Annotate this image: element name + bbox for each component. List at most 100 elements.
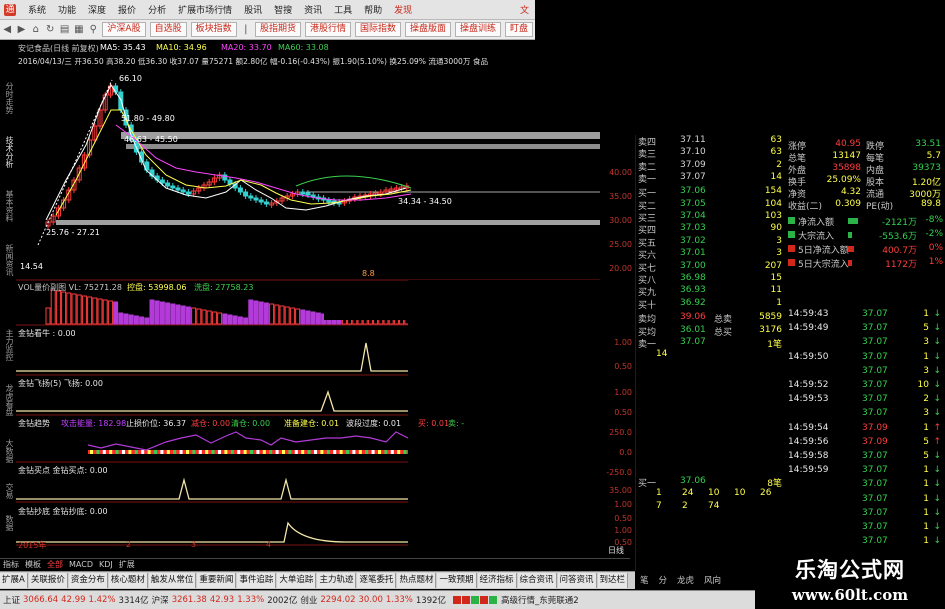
- bid-row[interactable]: 买九 36.93 11: [636, 285, 786, 298]
- bottom-tab[interactable]: 热点题材: [397, 573, 437, 588]
- bottom-tab[interactable]: 到达栏: [597, 573, 629, 588]
- toolbar-btn-layout[interactable]: 操盘版面: [405, 22, 452, 37]
- tick-row[interactable]: 37.07 1 ↓: [786, 522, 945, 534]
- ind-tab-all[interactable]: 全部: [44, 559, 66, 570]
- bottom-tab[interactable]: 扩展A: [0, 573, 28, 588]
- tick-row[interactable]: 14:59:58 37.07 5 ↓: [786, 451, 945, 463]
- refresh-icon[interactable]: ↻: [44, 23, 56, 37]
- toolbar-btn-training[interactable]: 操盘训练: [455, 22, 502, 37]
- menu-item-tools[interactable]: 工具: [328, 3, 358, 16]
- bid-row[interactable]: 买三 37.04 103: [636, 211, 786, 224]
- menu-item-function[interactable]: 功能: [52, 3, 82, 16]
- bid-row[interactable]: 买十 36.92 1: [636, 298, 786, 311]
- ind-tab-indicator[interactable]: 指标: [0, 559, 22, 570]
- ask-row[interactable]: 卖一 37.07 14: [636, 172, 786, 185]
- ind-tab-macd[interactable]: MACD: [66, 560, 96, 569]
- menu-item-system[interactable]: 系统: [22, 3, 52, 16]
- menu-item-ext-market[interactable]: 扩展市场行情: [172, 3, 238, 16]
- toolbar-btn-watch[interactable]: 盯盘: [505, 22, 534, 37]
- toolbar-btn-global-index[interactable]: 国际指数: [354, 22, 401, 37]
- menu-item-discover[interactable]: 发现: [388, 3, 418, 16]
- bid-row[interactable]: 买七 37.00 207: [636, 261, 786, 274]
- bid-row[interactable]: 买八 36.98 15: [636, 273, 786, 286]
- tab-wind[interactable]: 风向: [699, 574, 726, 586]
- bottom-tab[interactable]: 触发从常位: [148, 573, 197, 588]
- bottom-tab[interactable]: 综合资讯: [517, 573, 557, 588]
- tick-list[interactable]: 14:59:43 37.07 1 ↓ 14:59:49 37.07 5 ↓ 37.07 3 ↓ 14:…: [786, 305, 945, 575]
- left-tab-dragon[interactable]: 龙虎看盘: [0, 374, 16, 426]
- tick-row[interactable]: 14:59:49 37.07 5 ↓: [786, 323, 945, 335]
- bottom-tab[interactable]: 问答资讯: [557, 573, 597, 588]
- tick-row[interactable]: 14:59:53 37.07 2 ↓: [786, 394, 945, 406]
- tick-row[interactable]: 37.07 1 ↓: [786, 508, 945, 520]
- tick-row[interactable]: 14:59:50 37.07 1 ↓: [786, 352, 945, 364]
- menu-item-stock-news[interactable]: 股讯: [238, 3, 268, 16]
- tick-row[interactable]: 37.07 3 ↓: [786, 408, 945, 420]
- tick-row[interactable]: 14:59:43 37.07 1 ↓: [786, 309, 945, 321]
- menu-item-analysis[interactable]: 分析: [142, 3, 172, 16]
- search-icon[interactable]: ⚲: [87, 23, 99, 37]
- bottom-tab[interactable]: 关联报价: [28, 573, 68, 588]
- cy-label[interactable]: 创业: [300, 594, 317, 606]
- bid-row[interactable]: 买一 37.06 154: [636, 186, 786, 199]
- tab-dragon[interactable]: 龙虎: [672, 574, 699, 586]
- bottom-tab[interactable]: 核心题材: [108, 573, 148, 588]
- bottom-tab[interactable]: 重要新闻: [197, 573, 237, 588]
- bid-row[interactable]: 买五 37.02 3: [636, 236, 786, 249]
- left-tab-main-force[interactable]: 主力监控: [0, 318, 16, 372]
- left-tab-data[interactable]: 数据: [0, 508, 16, 538]
- tick-row[interactable]: 37.07 1 ↓: [786, 479, 945, 491]
- bottom-tab[interactable]: 主力轨迹: [317, 573, 357, 588]
- bid-row[interactable]: 买六 37.01 3: [636, 248, 786, 261]
- hs-label[interactable]: 沪深: [152, 594, 169, 606]
- kline-chart-area[interactable]: 安记食品(日线 前复权) MA5: 35.43 MA10: 34.96 MA20…: [16, 40, 624, 555]
- grid-icon[interactable]: ▦: [73, 23, 85, 37]
- menu-item-quote[interactable]: 报价: [112, 3, 142, 16]
- left-tab-news[interactable]: 新闻资讯: [0, 234, 16, 286]
- ask-row[interactable]: 卖四 37.11 63: [636, 135, 786, 148]
- bottom-tab[interactable]: 大单追踪: [277, 573, 317, 588]
- menu-item-info[interactable]: 资讯: [298, 3, 328, 16]
- ind-tab-kdj[interactable]: KDJ: [96, 560, 116, 569]
- tick-row[interactable]: 37.07 3 ↓: [786, 337, 945, 349]
- toolbar-btn-hk[interactable]: 港股行情: [304, 22, 351, 37]
- bottom-tab[interactable]: 经济指标: [477, 573, 517, 588]
- ind-tab-ext[interactable]: 扩展: [116, 559, 138, 570]
- menu-item-depth[interactable]: 深度: [82, 3, 112, 16]
- menu-right-label[interactable]: 文: [514, 3, 535, 16]
- toolbar-btn-watchlist[interactable]: 自选股: [149, 22, 187, 37]
- left-tab-timeshare[interactable]: 分时走势: [0, 72, 16, 124]
- menu-item-smart-search[interactable]: 智搜: [268, 3, 298, 16]
- chart-icon[interactable]: ▤: [58, 23, 70, 37]
- ind-tab-template[interactable]: 模板: [22, 559, 44, 570]
- tab-trades[interactable]: 笔: [635, 574, 654, 586]
- tick-row[interactable]: 37.07 1 ↓: [786, 494, 945, 506]
- tick-row[interactable]: 14:59:52 37.07 10 ↓: [786, 380, 945, 392]
- toolbar-btn-index-futures[interactable]: 股指期货: [254, 22, 301, 37]
- bid-row[interactable]: 买二 37.05 104: [636, 199, 786, 212]
- tab-minutes[interactable]: 分: [654, 574, 673, 586]
- left-tab-trade[interactable]: 交易: [0, 476, 16, 506]
- bottom-tab[interactable]: 事件追踪: [237, 573, 277, 588]
- tick-row[interactable]: 37.07 3 ↓: [786, 366, 945, 378]
- forward-icon[interactable]: ▶: [15, 23, 27, 37]
- left-tab-tech[interactable]: 技术分析: [0, 126, 16, 178]
- home-icon[interactable]: ⌂: [30, 23, 42, 37]
- ask-row[interactable]: 卖三 37.10 63: [636, 147, 786, 160]
- bottom-tab[interactable]: 资金分布: [68, 573, 108, 588]
- bottom-tab[interactable]: 逐笔委托: [357, 573, 397, 588]
- menu-item-help[interactable]: 帮助: [358, 3, 388, 16]
- toolbar-btn-hs-a[interactable]: 沪深A股: [102, 22, 146, 37]
- toolbar-btn-sector-index[interactable]: 板块指数: [190, 22, 237, 37]
- tick-row[interactable]: 14:59:54 37.09 1 ↑: [786, 423, 945, 435]
- sh-label[interactable]: 上证: [3, 594, 20, 606]
- bid-row[interactable]: 买四 37.03 90: [636, 223, 786, 236]
- tick-row[interactable]: 14:59:59 37.07 1 ↓: [786, 465, 945, 477]
- bottom-tab[interactable]: 一致预期: [437, 573, 477, 588]
- left-tab-basic[interactable]: 基本资料: [0, 180, 16, 232]
- tick-row[interactable]: 37.07 1 ↓: [786, 536, 945, 548]
- tick-row[interactable]: 14:59:56 37.09 5 ↑: [786, 437, 945, 449]
- ask-row[interactable]: 卖二 37.09 2: [636, 160, 786, 173]
- left-tab-bigdata[interactable]: 大数据: [0, 428, 16, 474]
- back-icon[interactable]: ◀: [1, 23, 13, 37]
